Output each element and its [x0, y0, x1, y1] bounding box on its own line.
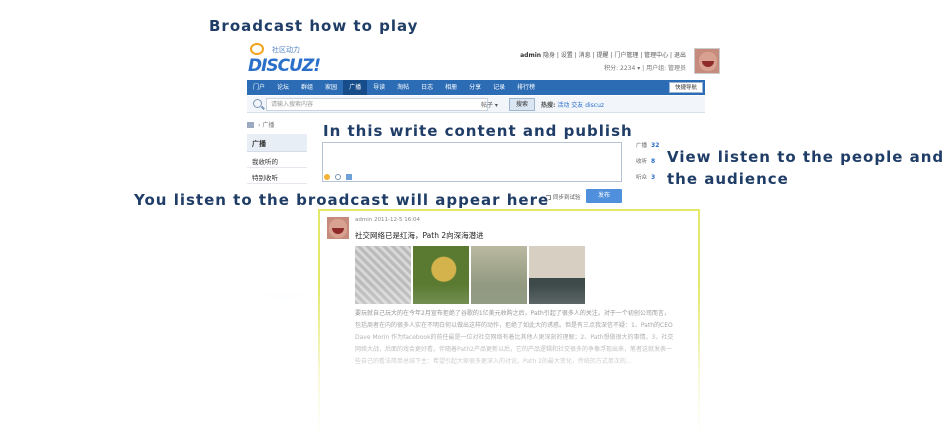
feed-photo-4[interactable]: [529, 246, 585, 304]
hot-term-2[interactable]: 交友: [571, 102, 583, 109]
feed-photo-2[interactable]: [413, 246, 469, 304]
broadcast-feed: admin 2011-12-5 16:04 社交网络已是红海，Path 2向深海…: [318, 209, 700, 436]
publish-button[interactable]: 发布: [586, 189, 622, 203]
search-button[interactable]: 搜索: [509, 98, 536, 111]
discuz-logo[interactable]: 社区动力 DISCUZ!: [248, 43, 321, 77]
user-credits: 积分: 2234 ▾ | 用户组: 管理员: [604, 65, 686, 72]
site-header: 社区动力 DISCUZ! admin 隐身 | 设置 | 消息 | 提醒 | 门…: [228, 38, 724, 80]
home-icon[interactable]: [247, 122, 254, 128]
top-links-text[interactable]: 隐身 | 设置 | 消息 | 提醒 | 门户管理 | 管理中心 | 退出: [543, 52, 686, 59]
nav-item-portal[interactable]: 门户: [247, 80, 271, 95]
feed-photo-1[interactable]: [355, 246, 411, 304]
sync-label: 同步到试验: [553, 195, 581, 201]
search-icon: [253, 99, 262, 108]
logo-bubble-icon: [250, 43, 264, 55]
search-input[interactable]: 请输入搜索内容: [266, 98, 488, 111]
nav-item-blog[interactable]: 日志: [415, 80, 439, 95]
feed-photo-3[interactable]: [471, 246, 527, 304]
search-bar: 请输入搜索内容 帖子 ▾ 搜索 热搜: 活动 交友 discuz: [247, 96, 705, 113]
callout-view-listen-line1: View listen to the people and: [667, 148, 944, 166]
quick-nav-button[interactable]: 快捷导航: [668, 82, 703, 93]
nav-item-broadcast[interactable]: 广播: [343, 80, 368, 95]
breadcrumb-current[interactable]: 广播: [262, 122, 274, 129]
left-menu-item-special[interactable]: 特别收听: [247, 168, 307, 184]
stat-value: 32: [651, 142, 660, 149]
hot-term-1[interactable]: 活动: [557, 102, 569, 109]
avatar-face-icon: [699, 52, 717, 71]
breadcrumb: › 广播: [247, 120, 274, 129]
nav-item-guide[interactable]: 导读: [367, 80, 391, 95]
callout-listen-appear: You listen to the broadcast will appear …: [134, 191, 550, 209]
logo-slogan: 社区动力: [272, 46, 300, 54]
nav-item-group[interactable]: 群组: [295, 80, 319, 95]
sync-option[interactable]: 同步到试验: [546, 193, 581, 201]
nav-item-forum[interactable]: 论坛: [271, 80, 295, 95]
stat-followers[interactable]: 听众 3: [636, 173, 666, 189]
feed-meta: admin 2011-12-5 16:04: [355, 217, 421, 223]
callout-view-listen-line2: the audience: [667, 170, 789, 188]
stat-label: 收听: [636, 159, 648, 165]
hot-search-label: 热搜:: [541, 102, 556, 109]
nav-item-doing[interactable]: 记录: [487, 80, 511, 95]
nav-item-home[interactable]: 家园: [319, 80, 343, 95]
publish-tools: [324, 174, 355, 181]
stat-value: 8: [651, 158, 656, 165]
publish-textarea[interactable]: [322, 142, 622, 182]
stat-label: 听众: [636, 175, 648, 181]
smiley-icon[interactable]: [324, 174, 330, 180]
callout-write-publish: In this write content and publish: [323, 122, 633, 140]
nav-item-share[interactable]: 分享: [463, 80, 487, 95]
top-links[interactable]: admin 隐身 | 设置 | 消息 | 提醒 | 门户管理 | 管理中心 | …: [520, 50, 686, 59]
feed-title[interactable]: 社交网络已是红海，Path 2向深海潜进: [355, 230, 484, 241]
stats-panel: 广播 32 收听 8 听众 3: [636, 141, 666, 189]
image-icon[interactable]: [345, 174, 352, 180]
feed-avatar[interactable]: [327, 217, 349, 239]
stat-label: 广播: [636, 143, 648, 149]
feed-photos: [355, 246, 585, 304]
callout-how-to-play: Broadcast how to play: [209, 17, 419, 35]
stat-value: 3: [651, 174, 656, 181]
left-menu-title[interactable]: 广播: [247, 134, 307, 152]
left-menu: 广播 我收听的 特别收听: [247, 134, 307, 184]
search-type-select[interactable]: 帖子 ▾: [481, 100, 498, 109]
nav-item-ranklist[interactable]: 排行榜: [511, 80, 541, 95]
feed-avatar-face-icon: [329, 219, 347, 238]
hot-term-3[interactable]: discuz: [585, 102, 604, 109]
left-menu-item-following[interactable]: 我收听的: [247, 152, 307, 168]
logo-text: DISCUZ!: [248, 56, 321, 76]
stat-broadcast[interactable]: 广播 32: [636, 141, 666, 157]
stat-following[interactable]: 收听 8: [636, 157, 666, 173]
hot-search: 热搜: 活动 交友 discuz: [541, 100, 604, 109]
username[interactable]: admin: [520, 52, 541, 59]
main-nav: 门户 论坛 群组 家园 广播 导读 淘帖 日志 相册 分享 记录 排行榜 快捷导…: [247, 80, 705, 95]
nav-item-album[interactable]: 相册: [439, 80, 463, 95]
avatar[interactable]: [694, 48, 720, 74]
feed-body: 要玩就自己玩大的在今年2月宣布拒绝了谷歌的1亿美元收购之后，Path引起了很多人…: [355, 310, 674, 365]
discuz-screenshot: 社区动力 DISCUZ! admin 隐身 | 设置 | 消息 | 提醒 | 门…: [228, 38, 724, 436]
callout-view-listen: View listen to the people and the audien…: [667, 146, 944, 190]
nav-item-collection[interactable]: 淘帖: [391, 80, 415, 95]
at-icon[interactable]: [334, 174, 341, 180]
